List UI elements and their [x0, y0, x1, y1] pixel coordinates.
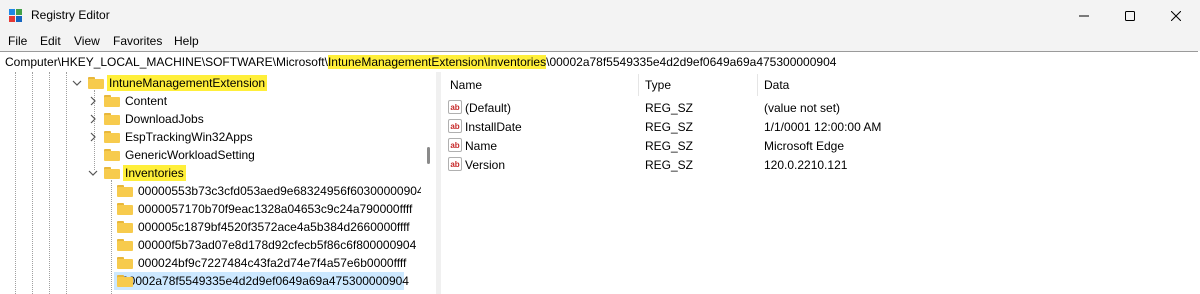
- tree-node-subkey[interactable]: 0000057170b70f9eac1328a04653c9c24a790000…: [117, 200, 414, 218]
- value-data: Microsoft Edge: [764, 139, 845, 153]
- folder-icon: [117, 203, 133, 215]
- column-header-name[interactable]: Name: [450, 78, 482, 92]
- chevron-right-icon[interactable]: [88, 132, 98, 142]
- tree-node-label: 00000f5b73ad07e8d178d92cfecb5f86c6f80000…: [138, 238, 417, 252]
- string-value-icon: ab: [448, 119, 462, 133]
- address-prefix: Computer\HKEY_LOCAL_MACHINE\SOFTWARE\Mic…: [5, 55, 328, 69]
- value-row[interactable]: ab InstallDate REG_SZ 1/1/0001 12:00:00 …: [441, 117, 1181, 136]
- maximize-button[interactable]: [1107, 0, 1153, 31]
- chevron-down-icon[interactable]: [72, 78, 82, 88]
- folder-icon: [104, 167, 120, 179]
- column-divider[interactable]: [638, 74, 639, 96]
- tree-node-label: 00002a78f5549335e4d2d9ef0649a69a47530000…: [122, 274, 409, 288]
- title-bar: Registry Editor: [0, 0, 1200, 31]
- tree-node-downloadjobs[interactable]: DownloadJobs: [88, 110, 206, 128]
- tree-node-subkey-selected[interactable]: 00002a78f5549335e4d2d9ef0649a69a47530000…: [114, 272, 409, 290]
- menu-edit[interactable]: Edit: [40, 34, 61, 48]
- tree-node-intunemanagementextension[interactable]: IntuneManagementExtension: [72, 74, 268, 92]
- menu-view[interactable]: View: [74, 34, 100, 48]
- value-data: 120.0.2210.121: [764, 158, 848, 172]
- tree-node-label: 000005c1879bf4520f3572ace4a5b384d2660000…: [138, 220, 410, 234]
- address-bar[interactable]: Computer\HKEY_LOCAL_MACHINE\SOFTWARE\Mic…: [0, 51, 1198, 73]
- column-divider[interactable]: [757, 74, 758, 96]
- folder-icon: [104, 95, 120, 107]
- tree-node-label: 00000553b73c3cfd053aed9e68324956f6030000…: [138, 184, 424, 198]
- value-name: Version: [465, 158, 506, 172]
- tree-node-esptrackingwin32apps[interactable]: EspTrackingWin32Apps: [88, 128, 255, 146]
- tree-node-label: Inventories: [123, 165, 186, 181]
- tree-node-inventories[interactable]: Inventories: [88, 164, 186, 182]
- scrollbar-thumb[interactable]: [427, 147, 430, 164]
- folder-icon: [117, 257, 133, 269]
- key-tree: IntuneManagementExtension Content Downlo…: [0, 72, 436, 294]
- value-data: (value not set): [764, 101, 841, 115]
- value-data: 1/1/0001 12:00:00 AM: [764, 120, 882, 134]
- tree-guide: [32, 72, 33, 294]
- folder-icon: [117, 221, 133, 233]
- close-button[interactable]: [1153, 0, 1199, 31]
- tree-guide: [49, 72, 50, 294]
- window-title: Registry Editor: [31, 8, 110, 22]
- tree-node-subkey[interactable]: 00000553b73c3cfd053aed9e68324956f6030000…: [117, 182, 426, 200]
- value-name: InstallDate: [465, 120, 522, 134]
- registry-editor-icon: [9, 9, 22, 22]
- menu-help[interactable]: Help: [174, 34, 199, 48]
- folder-icon: [104, 131, 120, 143]
- value-row[interactable]: ab Version REG_SZ 120.0.2210.121: [441, 155, 1181, 174]
- tree-guide: [111, 180, 112, 294]
- tree-node-label: 0000057170b70f9eac1328a04653c9c24a790000…: [138, 202, 413, 216]
- address-path: Computer\HKEY_LOCAL_MACHINE\SOFTWARE\Mic…: [5, 55, 836, 69]
- menu-bar: File Edit View Favorites Help: [0, 31, 1200, 51]
- value-row[interactable]: ab Name REG_SZ Microsoft Edge: [441, 136, 1181, 155]
- tree-node-subkey[interactable]: 000024bf9c7227484c43fa2d74e7f4a57e6b0000…: [117, 254, 408, 272]
- address-suffix: \00002a78f5549335e4d2d9ef0649a69a4753000…: [546, 55, 837, 69]
- value-name: (Default): [465, 101, 512, 115]
- tree-node-label: DownloadJobs: [125, 112, 204, 126]
- value-type: REG_SZ: [645, 101, 694, 115]
- string-value-icon: ab: [448, 100, 462, 114]
- value-type: REG_SZ: [645, 120, 694, 134]
- string-value-icon: ab: [448, 157, 462, 171]
- column-header-data[interactable]: Data: [764, 78, 789, 92]
- folder-icon: [104, 113, 120, 125]
- minimize-icon: [1079, 15, 1089, 16]
- tree-scrollbar[interactable]: [421, 72, 436, 294]
- string-value-icon: ab: [448, 138, 462, 152]
- minimize-button[interactable]: [1061, 0, 1107, 31]
- tree-node-genericworkloadsetting[interactable]: GenericWorkloadSetting: [104, 146, 257, 164]
- folder-icon: [117, 185, 133, 197]
- tree-guide: [15, 72, 16, 294]
- tree-node-content[interactable]: Content: [88, 92, 169, 110]
- close-icon: [1171, 10, 1181, 21]
- chevron-right-icon[interactable]: [88, 96, 98, 106]
- value-type: REG_SZ: [645, 139, 694, 153]
- value-name: Name: [465, 139, 498, 153]
- tree-node-subkey[interactable]: 00000f5b73ad07e8d178d92cfecb5f86c6f80000…: [117, 236, 418, 254]
- tree-guide: [66, 72, 67, 294]
- address-highlight: IntuneManagementExtension\Inventories: [327, 55, 547, 69]
- chevron-right-icon[interactable]: [88, 114, 98, 124]
- menu-file[interactable]: File: [8, 34, 27, 48]
- maximize-icon: [1125, 10, 1135, 21]
- values-list: Name Type Data ab (Default) REG_SZ (valu…: [441, 72, 1200, 294]
- value-type: REG_SZ: [645, 158, 694, 172]
- chevron-down-icon[interactable]: [88, 168, 98, 178]
- folder-icon: [117, 239, 133, 251]
- menu-favorites[interactable]: Favorites: [113, 34, 162, 48]
- folder-icon: [88, 77, 104, 89]
- value-row[interactable]: ab (Default) REG_SZ (value not set): [441, 98, 1181, 117]
- column-header-type[interactable]: Type: [645, 78, 671, 92]
- tree-node-label: IntuneManagementExtension: [107, 75, 268, 91]
- tree-node-subkey[interactable]: 000005c1879bf4520f3572ace4a5b384d2660000…: [117, 218, 412, 236]
- tree-node-label: 000024bf9c7227484c43fa2d74e7f4a57e6b0000…: [138, 256, 407, 270]
- tree-node-label: EspTrackingWin32Apps: [125, 130, 253, 144]
- folder-icon: [104, 149, 120, 161]
- tree-node-label: Content: [125, 94, 168, 108]
- tree-node-label: GenericWorkloadSetting: [125, 148, 255, 162]
